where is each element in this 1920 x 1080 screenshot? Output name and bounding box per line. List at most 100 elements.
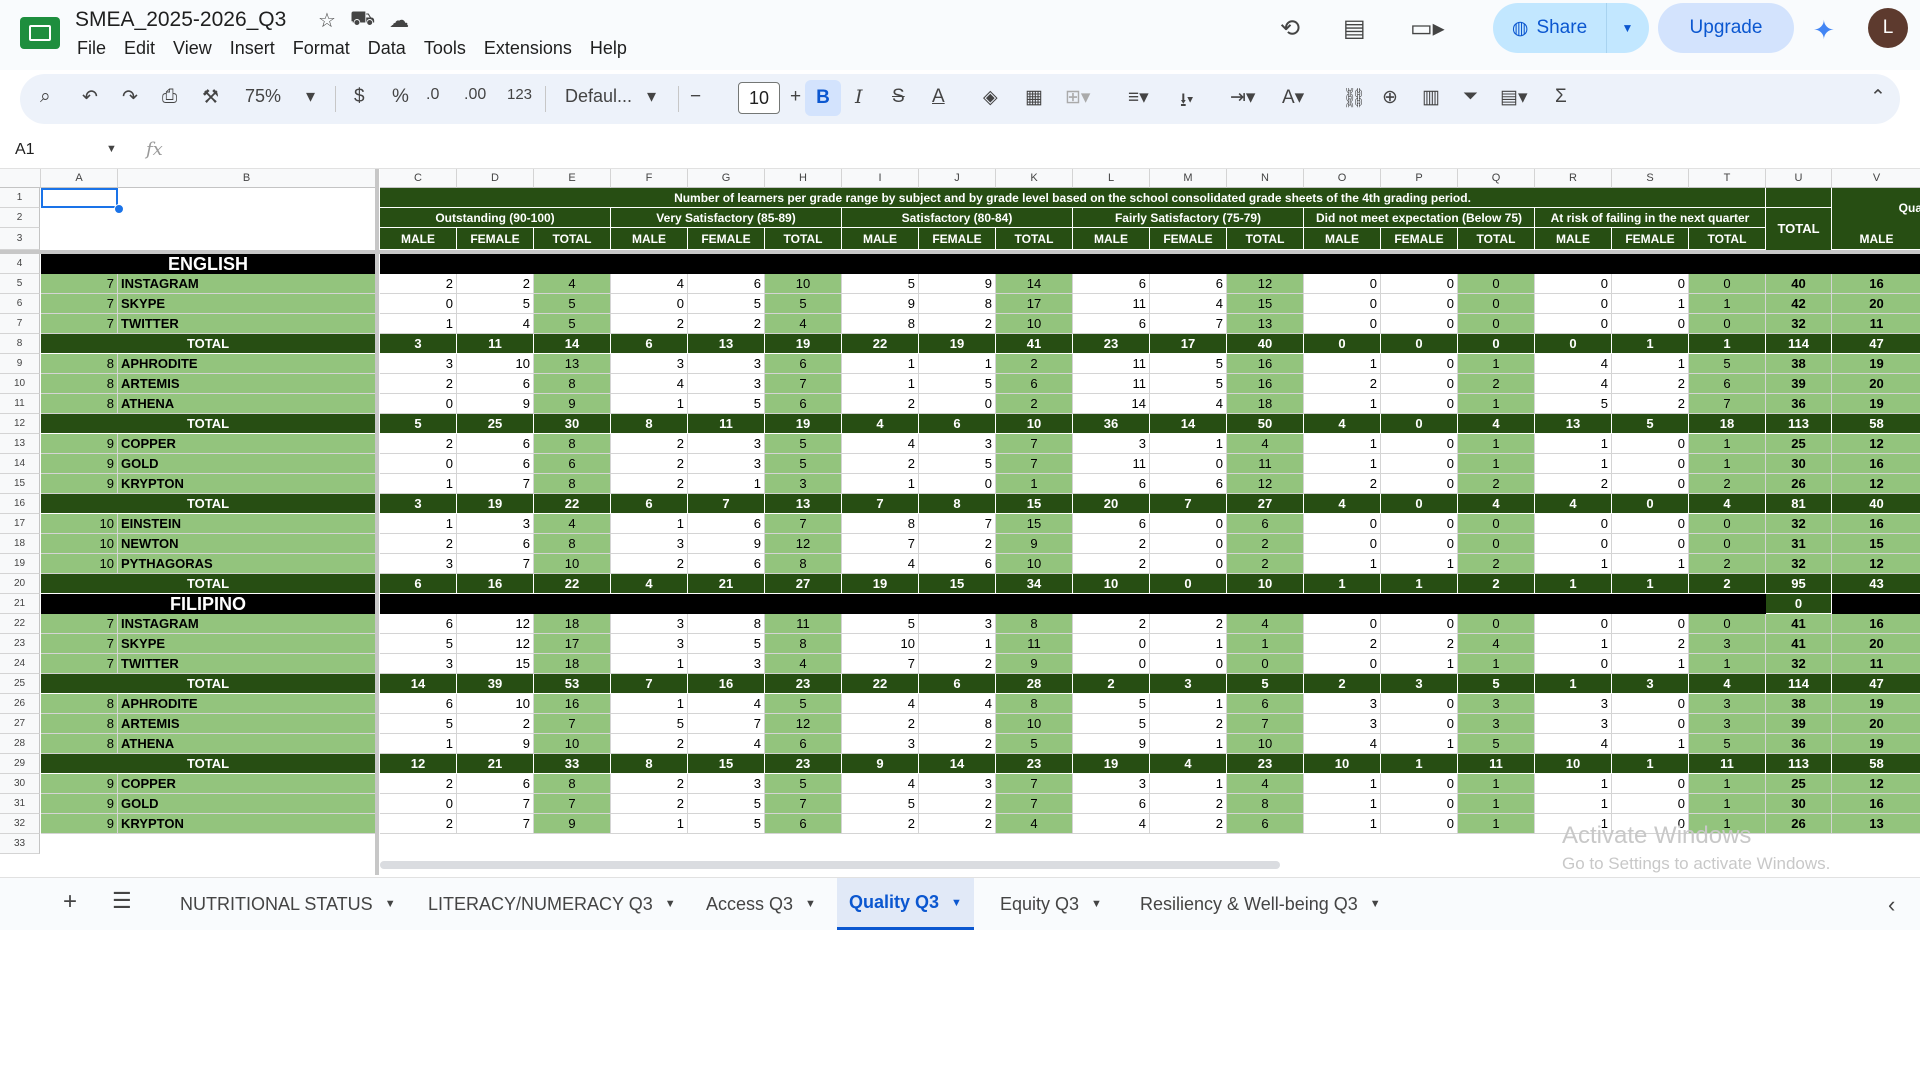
total-cell[interactable]: 1 xyxy=(1612,334,1689,354)
grade-level-cell[interactable]: 9 xyxy=(41,434,118,454)
increase-decimal-button[interactable]: .00 xyxy=(464,86,486,104)
header-sub[interactable]: MALE xyxy=(611,228,688,250)
count-cell[interactable]: 5 xyxy=(380,634,457,654)
header-sub[interactable]: MALE xyxy=(842,228,919,250)
count-cell[interactable]: 2 xyxy=(842,454,919,474)
row-total-cell[interactable]: 16 xyxy=(1832,514,1920,534)
row-header[interactable]: 7 xyxy=(0,314,40,334)
count-cell[interactable]: 2 xyxy=(1535,474,1612,494)
total-cell[interactable]: 16 xyxy=(688,674,765,694)
count-cell[interactable]: 2 xyxy=(1150,794,1227,814)
count-cell[interactable]: 2 xyxy=(611,454,688,474)
decrease-font-size-icon[interactable]: − xyxy=(690,86,701,108)
count-cell[interactable]: 7 xyxy=(842,534,919,554)
row-total-cell[interactable]: 8 xyxy=(996,694,1073,714)
count-cell[interactable]: 1 xyxy=(1612,734,1689,754)
count-cell[interactable]: 2 xyxy=(1150,814,1227,834)
count-cell[interactable]: 0 xyxy=(1381,814,1458,834)
upgrade-button[interactable]: Upgrade xyxy=(1658,3,1794,53)
section-name-cell[interactable]: ARTEMIS xyxy=(118,714,376,734)
row-header[interactable]: 26 xyxy=(0,694,40,714)
count-cell[interactable]: 2 xyxy=(611,794,688,814)
total-cell[interactable]: 34 xyxy=(996,574,1073,594)
row-total-cell[interactable]: 7 xyxy=(996,454,1073,474)
total-cell[interactable]: 0 xyxy=(1150,574,1227,594)
row-total-cell[interactable]: 1 xyxy=(1458,454,1535,474)
menu-view[interactable]: View xyxy=(164,38,221,59)
total-cell[interactable]: 6 xyxy=(611,494,688,514)
subject-band-cell[interactable] xyxy=(996,594,1073,614)
count-cell[interactable]: 1 xyxy=(1381,734,1458,754)
count-cell[interactable]: 0 xyxy=(1150,454,1227,474)
row-total-cell[interactable]: 32 xyxy=(1766,314,1832,334)
count-cell[interactable]: 0 xyxy=(1612,454,1689,474)
count-cell[interactable]: 0 xyxy=(1304,294,1381,314)
count-cell[interactable]: 7 xyxy=(457,794,534,814)
row-total-cell[interactable]: 11 xyxy=(765,614,842,634)
count-cell[interactable]: 1 xyxy=(919,634,996,654)
row-total-cell[interactable]: 25 xyxy=(1766,434,1832,454)
count-cell[interactable]: 7 xyxy=(457,554,534,574)
section-name-cell[interactable]: TWITTER xyxy=(118,654,376,674)
row-total-cell[interactable]: 12 xyxy=(1832,474,1920,494)
row-total-cell[interactable]: 8 xyxy=(996,614,1073,634)
horizontal-scrollbar[interactable] xyxy=(380,861,1280,869)
total-cell[interactable]: 8 xyxy=(919,494,996,514)
count-cell[interactable]: 1 xyxy=(1304,814,1381,834)
menu-format[interactable]: Format xyxy=(284,38,359,59)
count-cell[interactable]: 7 xyxy=(457,474,534,494)
row-total-cell[interactable]: 42 xyxy=(1766,294,1832,314)
count-cell[interactable]: 2 xyxy=(1150,614,1227,634)
grade-level-cell[interactable]: 7 xyxy=(41,654,118,674)
count-cell[interactable]: 0 xyxy=(1381,374,1458,394)
name-box[interactable]: A1 xyxy=(15,141,35,159)
total-cell[interactable]: 33 xyxy=(534,754,611,774)
count-cell[interactable]: 0 xyxy=(1381,694,1458,714)
count-cell[interactable]: 3 xyxy=(842,734,919,754)
grade-level-cell[interactable]: 7 xyxy=(41,274,118,294)
count-cell[interactable]: 2 xyxy=(919,814,996,834)
subject-band-cell[interactable] xyxy=(457,594,534,614)
row-total-cell[interactable]: 40 xyxy=(1766,274,1832,294)
header-sub[interactable]: FEMALE xyxy=(1150,228,1227,250)
header-sub[interactable]: TOTAL xyxy=(765,228,842,250)
row-header[interactable]: 1 xyxy=(0,188,40,208)
row-total-cell[interactable]: 20 xyxy=(1832,634,1920,654)
total-cell[interactable]: 1 xyxy=(1689,334,1766,354)
row-header[interactable]: 32 xyxy=(0,814,40,834)
subject-band-cell[interactable] xyxy=(1458,254,1535,274)
total-cell[interactable]: 1 xyxy=(1535,674,1612,694)
row-total-cell[interactable]: 5 xyxy=(1689,354,1766,374)
row-total-cell[interactable]: 0 xyxy=(1458,294,1535,314)
row-total-cell[interactable]: 3 xyxy=(1458,714,1535,734)
total-cell[interactable]: 19 xyxy=(765,414,842,434)
total-cell[interactable]: 3 xyxy=(380,334,457,354)
menu-tools[interactable]: Tools xyxy=(415,38,475,59)
insert-comment-icon[interactable]: ⊕ xyxy=(1382,86,1398,109)
row-total-cell[interactable]: 2 xyxy=(1689,554,1766,574)
section-total-label[interactable]: TOTAL xyxy=(41,494,376,514)
count-cell[interactable]: 8 xyxy=(919,294,996,314)
grade-level-cell[interactable]: 9 xyxy=(41,454,118,474)
subject-band-cell[interactable] xyxy=(1832,254,1920,274)
subject-band-cell[interactable] xyxy=(1073,254,1150,274)
total-cell[interactable]: 23 xyxy=(996,754,1073,774)
section-name-cell[interactable]: GOLD xyxy=(118,454,376,474)
total-cell[interactable]: 16 xyxy=(457,574,534,594)
column-header-M[interactable]: M xyxy=(1150,169,1227,188)
row-total-cell[interactable]: 3 xyxy=(1689,714,1766,734)
count-cell[interactable]: 0 xyxy=(1612,794,1689,814)
count-cell[interactable]: 2 xyxy=(919,534,996,554)
count-cell[interactable]: 3 xyxy=(611,614,688,634)
row-total-cell[interactable]: 10 xyxy=(765,274,842,294)
row-total-cell[interactable]: 20 xyxy=(1832,374,1920,394)
font-select[interactable]: Defaul... ▾ xyxy=(565,86,656,107)
column-header-P[interactable]: P xyxy=(1381,169,1458,188)
subject-band-cell[interactable] xyxy=(1535,594,1612,614)
section-name-cell[interactable]: TWITTER xyxy=(118,314,376,334)
count-cell[interactable]: 2 xyxy=(1381,634,1458,654)
count-cell[interactable]: 0 xyxy=(1150,514,1227,534)
row-total-cell[interactable]: 1 xyxy=(1689,294,1766,314)
count-cell[interactable]: 11 xyxy=(1073,374,1150,394)
count-cell[interactable]: 0 xyxy=(1612,614,1689,634)
